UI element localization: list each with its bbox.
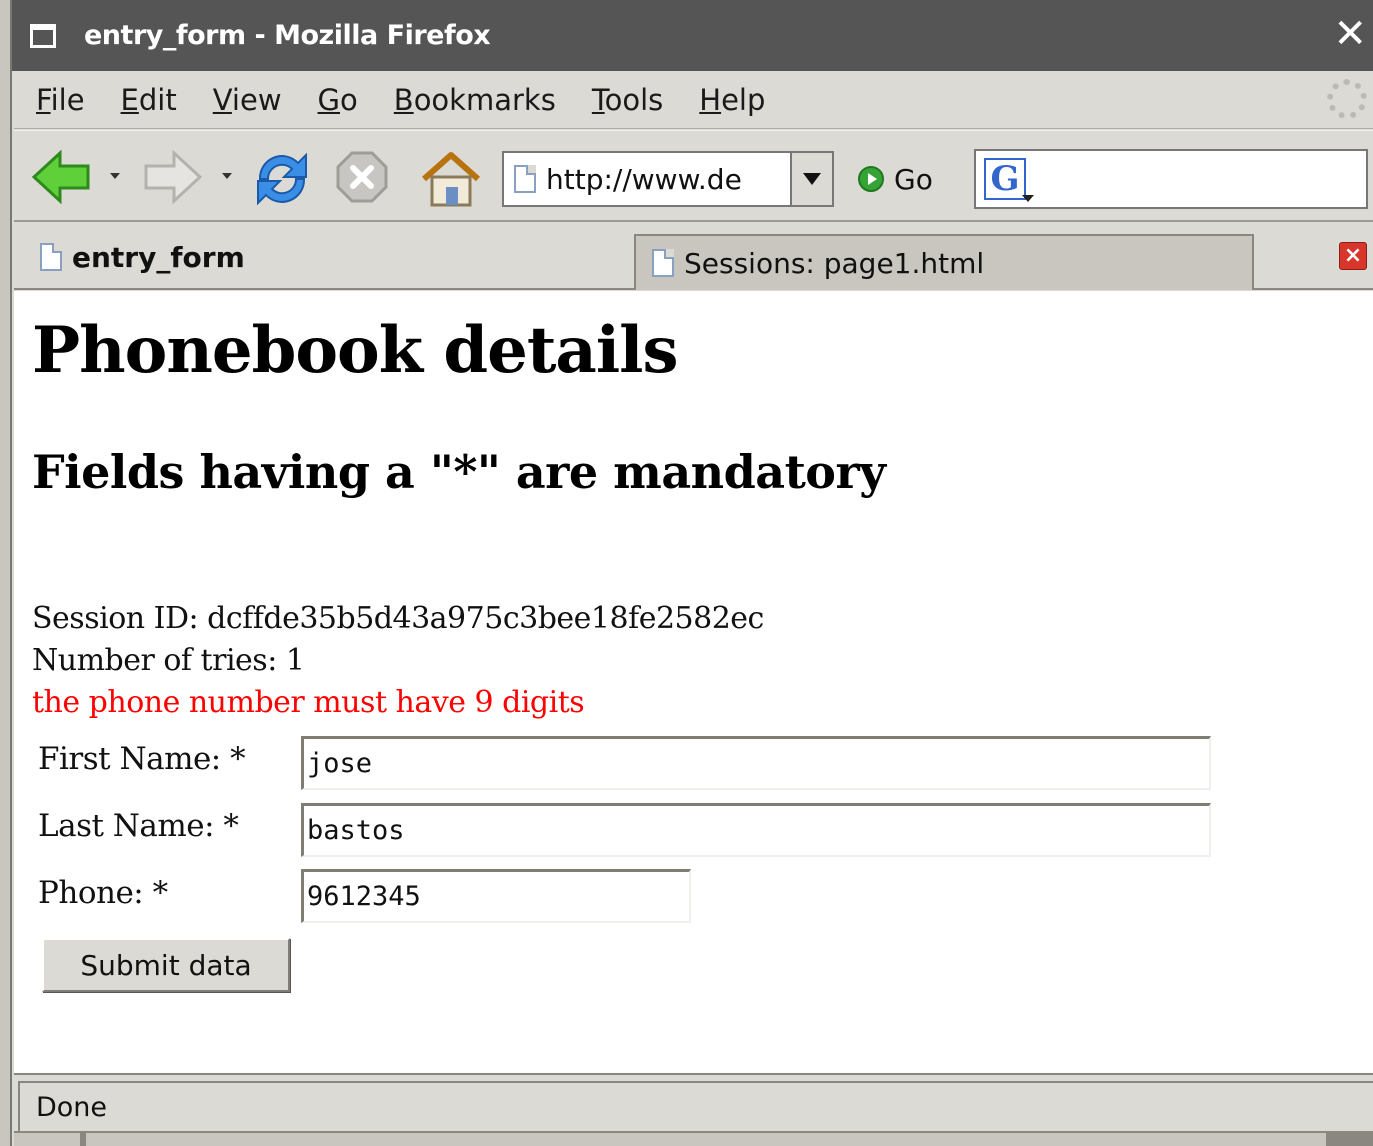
menu-bar: File Edit View Go Bookmarks Tools Help xyxy=(14,71,1373,129)
page-icon xyxy=(40,243,62,271)
last-name-field[interactable] xyxy=(301,803,1211,857)
menu-help-label: elp xyxy=(721,82,766,117)
navigation-toolbar: Go G xyxy=(14,130,1373,222)
menu-file[interactable]: File xyxy=(36,83,85,117)
menu-help-accel: H xyxy=(699,82,722,117)
menu-view[interactable]: View xyxy=(213,83,282,117)
menu-tools[interactable]: Tools xyxy=(592,83,663,117)
url-bar[interactable] xyxy=(502,151,832,207)
menu-edit-label: dit xyxy=(138,82,177,117)
menu-help[interactable]: Help xyxy=(699,83,765,117)
menu-view-label: iew xyxy=(231,82,282,117)
error-message: the phone number must have 9 digits xyxy=(32,685,585,720)
tab-bar: entry_form Sessions: page1.html × xyxy=(14,224,1373,290)
tab-label: entry_form xyxy=(72,240,245,274)
menu-go-accel: G xyxy=(317,82,341,117)
menu-tools-label: ools xyxy=(604,82,664,117)
status-panel: Done xyxy=(18,1081,1373,1131)
submit-button[interactable]: Submit data xyxy=(42,938,290,992)
first-name-field[interactable] xyxy=(301,736,1211,790)
throbber-icon xyxy=(1327,79,1367,119)
back-dropdown-icon[interactable] xyxy=(110,173,120,179)
tries-count-text: Number of tries: 1 xyxy=(32,643,305,678)
bottom-segment xyxy=(86,1133,1326,1146)
bottom-segment xyxy=(14,1133,80,1146)
page-title: Phonebook details xyxy=(32,313,678,388)
menu-file-accel: F xyxy=(36,82,51,117)
window-titlebar: entry_form - Mozilla Firefox ✕ xyxy=(12,0,1373,71)
menu-bookmarks-accel: B xyxy=(393,82,414,117)
page-content: Phonebook details Fields having a "*" ar… xyxy=(14,291,1373,1073)
page-icon xyxy=(652,249,674,277)
menu-file-label: ile xyxy=(50,82,85,117)
reload-icon[interactable] xyxy=(250,149,314,209)
tab-entry-form[interactable]: entry_form xyxy=(18,226,634,288)
menu-tools-accel: T xyxy=(591,82,605,117)
forward-icon[interactable] xyxy=(140,149,204,205)
menu-edit-accel: E xyxy=(120,82,139,117)
tab-close-icon[interactable]: × xyxy=(1339,242,1367,270)
window-title: entry_form - Mozilla Firefox xyxy=(84,20,491,51)
bottom-strip xyxy=(14,1131,1373,1146)
menu-go[interactable]: Go xyxy=(318,83,358,117)
phone-field[interactable] xyxy=(301,869,691,923)
menu-view-accel: V xyxy=(212,82,232,117)
menu-bookmarks[interactable]: Bookmarks xyxy=(394,83,556,117)
status-bar: Done xyxy=(14,1073,1373,1131)
window-menu-icon[interactable] xyxy=(30,23,56,48)
window-left-edge xyxy=(0,0,12,1146)
first-name-label: First Name: * xyxy=(38,741,246,777)
go-label: Go xyxy=(894,162,933,196)
close-icon[interactable]: ✕ xyxy=(1333,14,1367,54)
page-icon xyxy=(514,165,536,193)
last-name-label: Last Name: * xyxy=(38,808,239,844)
go-icon xyxy=(858,166,884,192)
tab-sessions[interactable]: Sessions: page1.html xyxy=(634,234,1254,290)
go-button[interactable]: Go xyxy=(858,151,933,207)
menu-edit[interactable]: Edit xyxy=(121,83,177,117)
url-input[interactable] xyxy=(546,162,782,196)
forward-dropdown-icon[interactable] xyxy=(222,173,232,179)
phone-label: Phone: * xyxy=(38,875,168,911)
menu-bookmarks-label: ookmarks xyxy=(413,82,556,117)
back-icon[interactable] xyxy=(30,149,94,205)
menu-go-label: o xyxy=(340,82,358,117)
tab-label: Sessions: page1.html xyxy=(684,246,985,280)
home-icon[interactable] xyxy=(418,149,484,209)
google-search-icon[interactable]: G xyxy=(984,158,1034,202)
stop-icon[interactable] xyxy=(334,149,390,205)
search-bar[interactable]: G xyxy=(974,149,1368,209)
session-id-text: Session ID: dcffde35b5d43a975c3bee18fe25… xyxy=(32,601,764,636)
status-text: Done xyxy=(36,1091,108,1123)
page-subtitle: Fields having a "*" are mandatory xyxy=(32,445,886,499)
url-dropdown-icon[interactable] xyxy=(790,151,834,207)
